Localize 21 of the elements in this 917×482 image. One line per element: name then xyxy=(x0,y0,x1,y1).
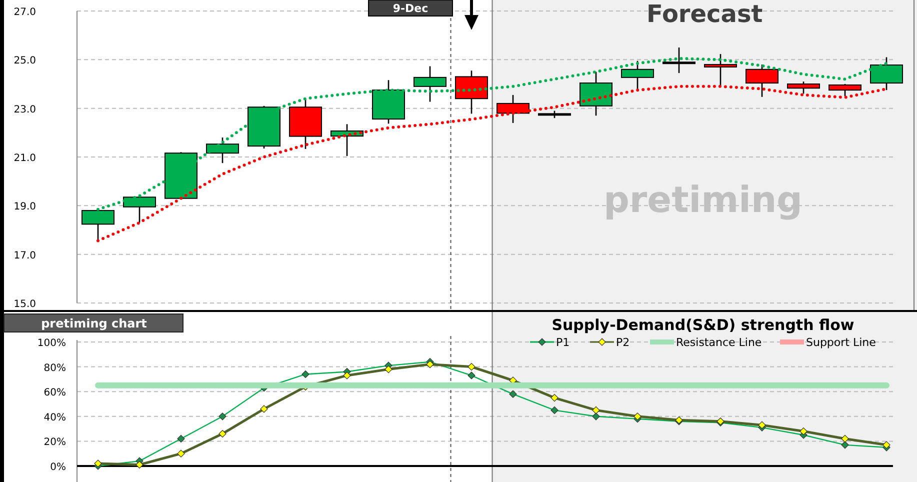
chart-title: Supply-Demand(S&D) strength flow xyxy=(552,316,854,334)
axis-tick-label: 20% xyxy=(44,437,66,448)
legend-label: P1 xyxy=(556,336,570,349)
axis-tick-label: 21.0 xyxy=(14,153,36,164)
axis-tick-label: 19.0 xyxy=(14,202,36,213)
axis-tick-label: 25.0 xyxy=(14,56,36,67)
legend-label: Resistance Line xyxy=(676,336,762,349)
axis-tick-label: 15.0 xyxy=(14,299,36,310)
axis-tick-label: 80% xyxy=(44,362,66,374)
date-label: 9-Dec xyxy=(392,2,428,15)
axis-tick-label: 0% xyxy=(50,462,66,473)
chart-tag: pretiming chart xyxy=(41,316,147,330)
axis-tick-label: 23.0 xyxy=(14,104,36,116)
legend-label: Support Line xyxy=(806,336,876,349)
forecast-label: Forecast xyxy=(646,0,763,28)
axis-tick-label: 60% xyxy=(44,388,66,399)
legend-label: P2 xyxy=(616,336,630,349)
axis-tick-label: 40% xyxy=(44,412,66,424)
axis-tick-label: 27.0 xyxy=(14,7,36,18)
axis-tick-label: 17.0 xyxy=(14,250,36,262)
axis-tick-label: 100% xyxy=(37,338,66,349)
